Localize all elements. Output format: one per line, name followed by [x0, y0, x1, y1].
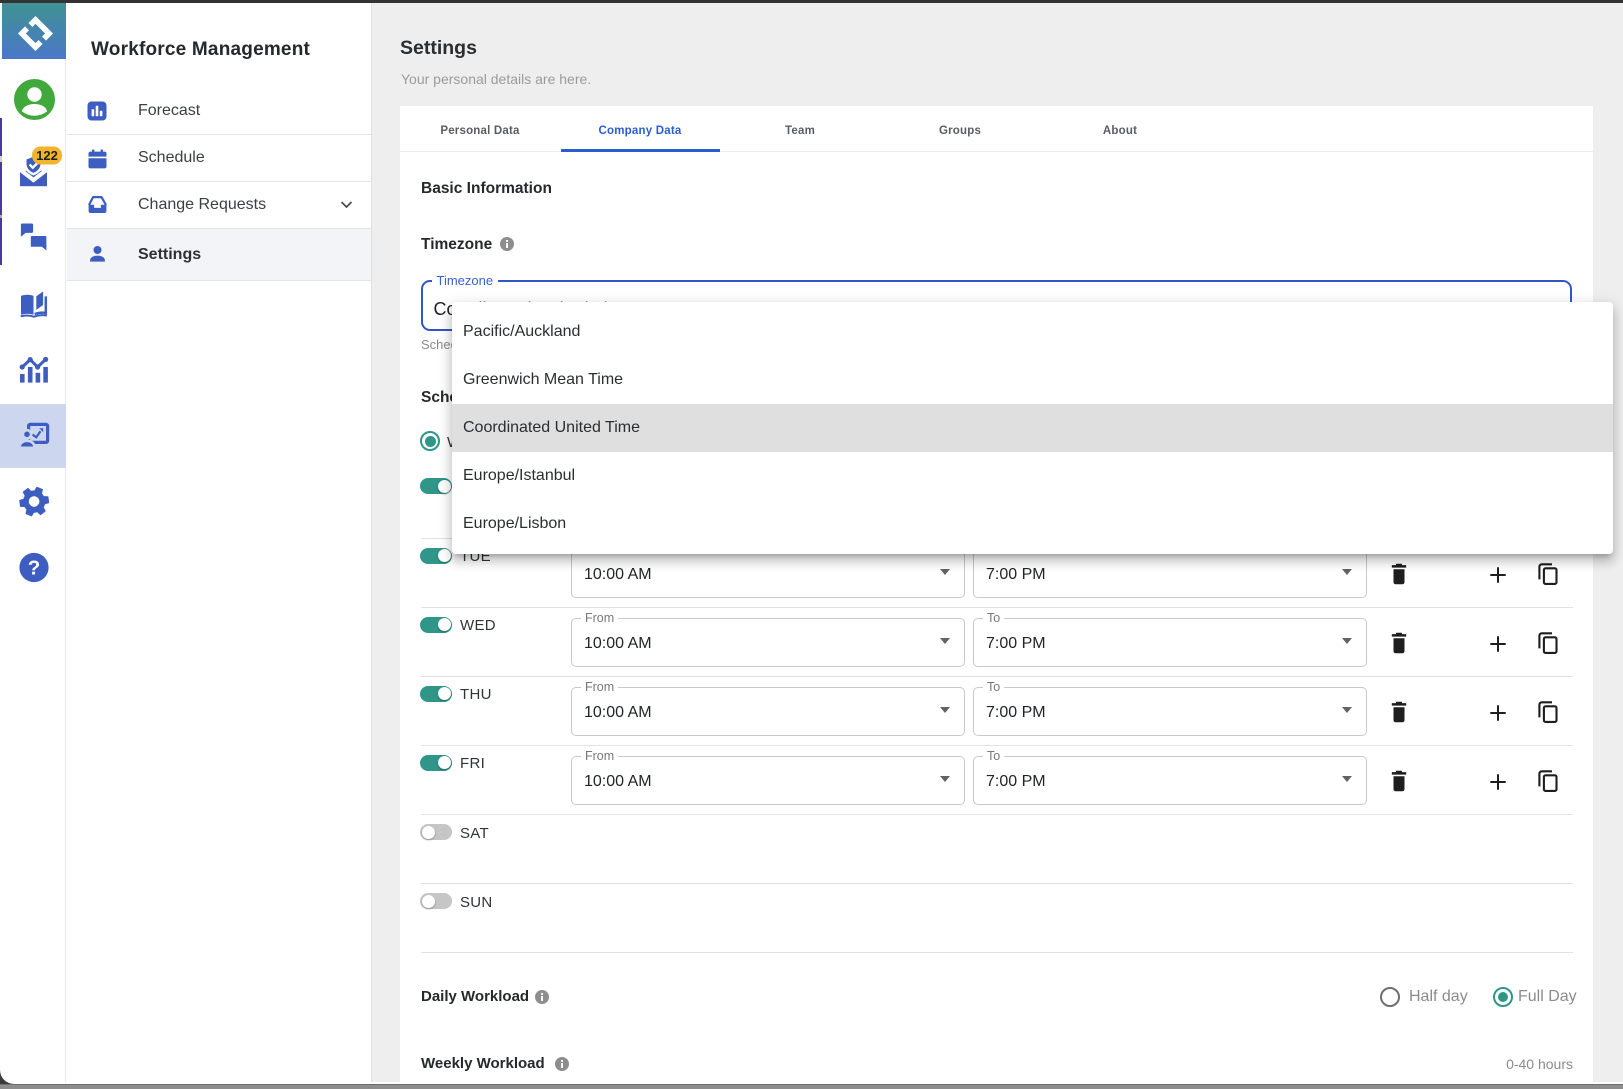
svg-text:?: ? [28, 557, 41, 580]
svg-text:122: 122 [36, 148, 58, 163]
